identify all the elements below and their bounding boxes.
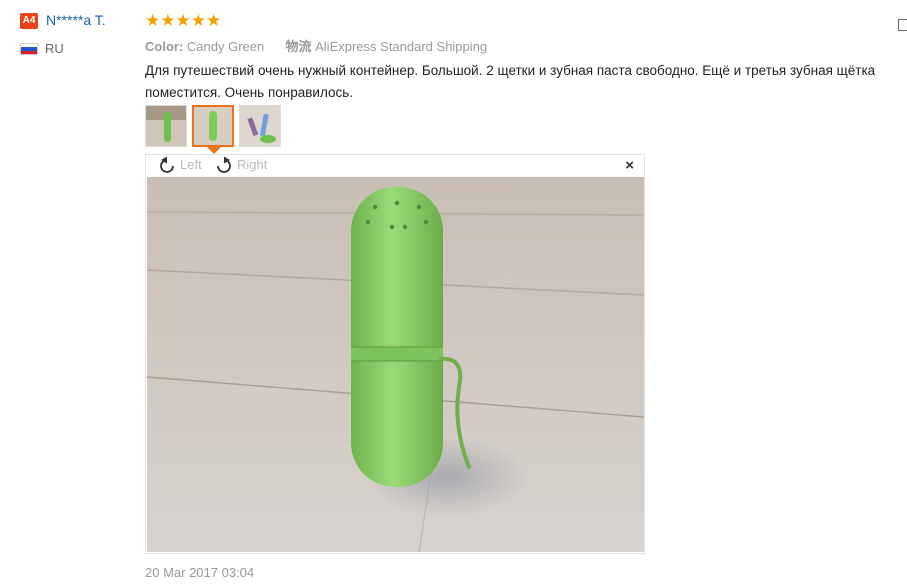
shipping-label: 物流 bbox=[285, 39, 312, 54]
rotate-right-icon bbox=[217, 156, 231, 173]
rotate-right-button[interactable]: Right bbox=[213, 156, 268, 173]
product-photo-image bbox=[147, 177, 644, 552]
thumbnail-1[interactable] bbox=[145, 105, 187, 147]
viewer-toolbar: Left Right × bbox=[146, 155, 644, 177]
user-level-badge: A4 bbox=[20, 13, 38, 29]
rotate-left-icon bbox=[160, 156, 174, 173]
active-thumbnail-arrow bbox=[207, 147, 221, 154]
review-date: 20 Mar 2017 03:04 bbox=[145, 565, 255, 580]
country-flag-icon bbox=[20, 43, 38, 55]
close-viewer-button[interactable]: × bbox=[625, 157, 634, 174]
thumbnail-3[interactable] bbox=[239, 105, 281, 147]
rotate-left-button[interactable]: Left bbox=[158, 156, 202, 173]
thumbnail-2-image bbox=[194, 107, 232, 145]
thumbnail-1-image bbox=[146, 106, 186, 146]
thumbnail-3-image bbox=[240, 106, 280, 146]
thumbnail-2[interactable] bbox=[192, 105, 234, 147]
rotate-left-label: Left bbox=[180, 157, 202, 172]
color-label: Color: bbox=[145, 39, 184, 54]
rotate-right-label: Right bbox=[237, 157, 268, 172]
color-value: Candy Green bbox=[186, 39, 265, 54]
review-meta: Color: Candy Green 物流 AliExpress Standar… bbox=[145, 36, 487, 55]
shipping-value: AliExpress Standard Shipping bbox=[315, 39, 488, 54]
review-text: Для путешествий очень нужный контейнер. … bbox=[145, 63, 876, 100]
photo-viewer: Left Right × bbox=[145, 154, 645, 554]
reviewer-name[interactable]: N*****a T. bbox=[46, 12, 106, 28]
bracket-icon bbox=[898, 19, 907, 31]
review-photo bbox=[147, 177, 644, 552]
star-rating: ★★★★★ bbox=[145, 11, 222, 30]
country-code: RU bbox=[45, 41, 64, 56]
